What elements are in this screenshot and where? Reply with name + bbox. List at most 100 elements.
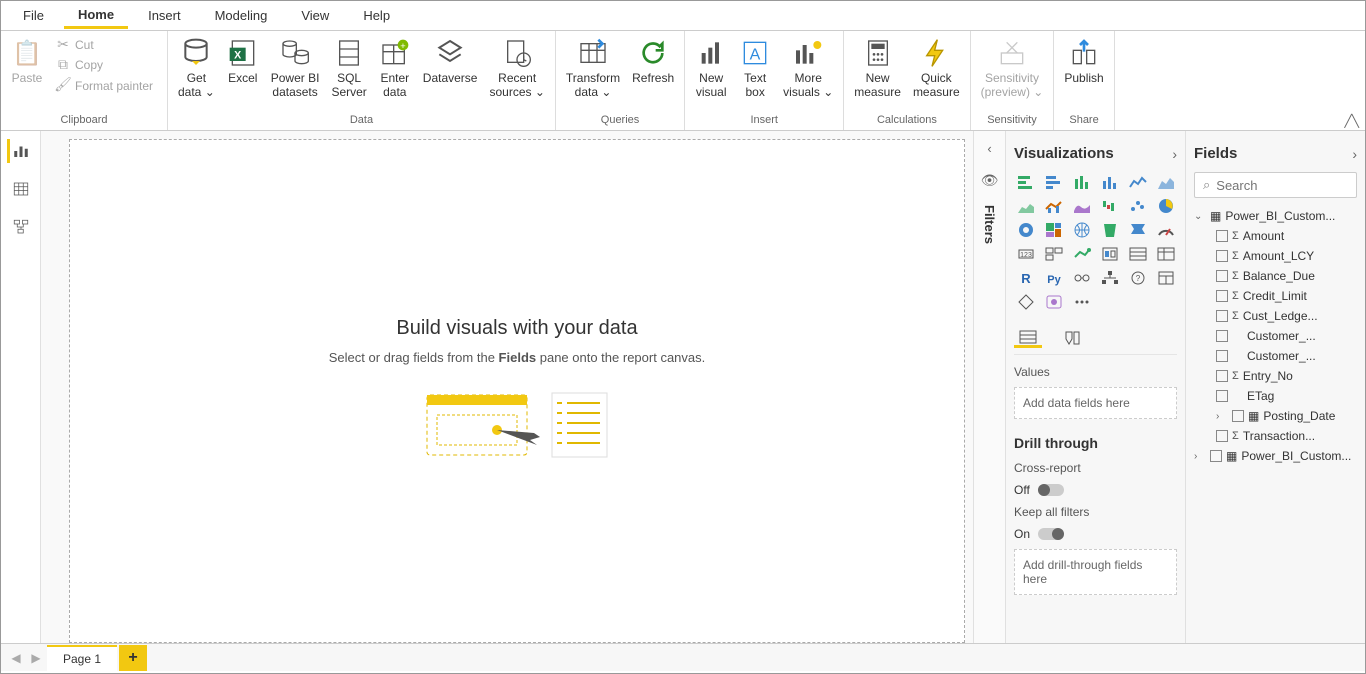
publish-button[interactable]: Publish xyxy=(1060,35,1107,87)
viz-stacked-area[interactable] xyxy=(1014,196,1038,216)
cross-report-toggle[interactable] xyxy=(1038,484,1064,496)
viz-slicer[interactable] xyxy=(1098,244,1122,264)
menu-home[interactable]: Home xyxy=(64,3,128,29)
menu-view[interactable]: View xyxy=(287,4,343,27)
transform-data-button[interactable]: Transform data ⌄ xyxy=(562,35,624,102)
recent-sources-button[interactable]: Recent sources ⌄ xyxy=(485,35,548,102)
page-next-button[interactable]: ▶ xyxy=(27,651,45,665)
dataverse-button[interactable]: Dataverse xyxy=(419,35,482,87)
viz-clustered-bar[interactable] xyxy=(1042,172,1066,192)
viz-treemap[interactable] xyxy=(1042,220,1066,240)
fields-search[interactable]: ⌕ xyxy=(1194,172,1357,198)
excel-button[interactable]: XExcel xyxy=(223,35,263,87)
viz-donut[interactable] xyxy=(1014,220,1038,240)
model-view-button[interactable] xyxy=(9,215,33,239)
sql-server-button[interactable]: SQL Server xyxy=(327,35,370,102)
viz-area[interactable] xyxy=(1154,172,1178,192)
field-0-8[interactable]: ETag xyxy=(1194,386,1357,406)
viz-decomposition[interactable] xyxy=(1098,268,1122,288)
data-view-button[interactable] xyxy=(9,177,33,201)
viz-pie[interactable] xyxy=(1154,196,1178,216)
viz-multi-card[interactable] xyxy=(1042,244,1066,264)
report-canvas[interactable]: Build visuals with your data Select or d… xyxy=(69,139,965,643)
page-prev-button[interactable]: ◀ xyxy=(7,651,25,665)
copy-button[interactable]: ⧉Copy xyxy=(51,55,161,73)
pbi-datasets-button[interactable]: Power BI datasets xyxy=(267,35,324,102)
viz-table[interactable] xyxy=(1126,244,1150,264)
field-0-10[interactable]: ΣTransaction... xyxy=(1194,426,1357,446)
viz-key-influencers[interactable] xyxy=(1070,268,1094,288)
viz-qa[interactable]: ? xyxy=(1126,268,1150,288)
menu-file[interactable]: File xyxy=(9,4,58,27)
viz-kpi[interactable] xyxy=(1070,244,1094,264)
viz-matrix[interactable] xyxy=(1154,244,1178,264)
chevron-right-icon[interactable]: › xyxy=(1352,146,1357,162)
filters-pane-collapsed[interactable]: ‹ 👁 Filters xyxy=(973,131,1005,643)
field-0-9[interactable]: ›▦Posting_Date xyxy=(1194,406,1357,426)
viz-paginated[interactable] xyxy=(1154,268,1178,288)
viz-power-apps[interactable] xyxy=(1042,292,1066,312)
cut-button[interactable]: ✂Cut xyxy=(51,35,161,53)
text-box-button[interactable]: AText box xyxy=(735,35,775,102)
field-0-6[interactable]: Customer_... xyxy=(1194,346,1357,366)
field-0-3[interactable]: ΣCredit_Limit xyxy=(1194,286,1357,306)
field-0-7[interactable]: ΣEntry_No xyxy=(1194,366,1357,386)
viz-line-column[interactable] xyxy=(1042,196,1066,216)
table-1[interactable]: ›▦Power_BI_Custom... xyxy=(1194,446,1357,466)
menu-modeling[interactable]: Modeling xyxy=(201,4,282,27)
keep-filters-toggle[interactable] xyxy=(1038,528,1064,540)
paste-button[interactable]: 📋 Paste xyxy=(7,35,47,87)
viz-stacked-column[interactable] xyxy=(1070,172,1094,192)
viz-waterfall[interactable] xyxy=(1098,196,1122,216)
table-0[interactable]: ⌄▦Power_BI_Custom... xyxy=(1194,206,1357,226)
values-dropzone[interactable]: Add data fields here xyxy=(1014,387,1177,419)
main-area: Build visuals with your data Select or d… xyxy=(1,131,1365,643)
field-0-4[interactable]: ΣCust_Ledge... xyxy=(1194,306,1357,326)
viz-r-visual[interactable]: R xyxy=(1014,268,1038,288)
search-input[interactable] xyxy=(1216,178,1365,193)
brush-icon: 🖌 xyxy=(55,77,71,93)
menu-help[interactable]: Help xyxy=(349,4,404,27)
report-view-button[interactable] xyxy=(7,139,31,163)
format-painter-button[interactable]: 🖌Format painter xyxy=(51,76,161,94)
fields-tab-icon[interactable] xyxy=(1014,328,1042,348)
viz-map[interactable] xyxy=(1070,220,1094,240)
quick-measure-button[interactable]: Quick measure xyxy=(909,35,964,102)
viz-funnel[interactable] xyxy=(1126,220,1150,240)
cut-icon: ✂ xyxy=(55,36,71,52)
viz-card[interactable]: 123 xyxy=(1014,244,1038,264)
cross-report-label: Cross-report xyxy=(1014,457,1177,479)
field-0-0[interactable]: ΣAmount xyxy=(1194,226,1357,246)
field-0-5[interactable]: Customer_... xyxy=(1194,326,1357,346)
viz-line[interactable] xyxy=(1126,172,1150,192)
viz-arcgis[interactable] xyxy=(1014,292,1038,312)
page-tab-1[interactable]: Page 1 xyxy=(47,645,117,671)
ribbon-sensitivity-label: Sensitivity xyxy=(977,112,1048,128)
menu-insert[interactable]: Insert xyxy=(134,4,195,27)
viz-ribbon[interactable] xyxy=(1070,196,1094,216)
drillthrough-dropzone[interactable]: Add drill-through fields here xyxy=(1014,549,1177,595)
new-measure-button[interactable]: New measure xyxy=(850,35,905,102)
chevron-right-icon[interactable]: › xyxy=(1172,146,1177,162)
viz-py-visual[interactable]: Py xyxy=(1042,268,1066,288)
viz-scatter[interactable] xyxy=(1126,196,1150,216)
get-data-button[interactable]: Get data ⌄ xyxy=(174,35,219,102)
new-visual-button[interactable]: New visual xyxy=(691,35,731,102)
viz-gauge[interactable] xyxy=(1154,220,1178,240)
field-0-1[interactable]: ΣAmount_LCY xyxy=(1194,246,1357,266)
viz-stacked-bar[interactable] xyxy=(1014,172,1038,192)
canvas-wrapper: Build visuals with your data Select or d… xyxy=(41,131,973,643)
svg-text:?: ? xyxy=(1136,274,1141,283)
more-visuals-button[interactable]: More visuals ⌄ xyxy=(779,35,837,102)
field-0-2[interactable]: ΣBalance_Due xyxy=(1194,266,1357,286)
format-tab-icon[interactable] xyxy=(1058,328,1086,348)
ribbon-group-sensitivity: Sensitivity (preview) ⌄ Sensitivity xyxy=(971,31,1055,130)
ribbon-collapse-button[interactable]: ╱╲ xyxy=(1345,114,1359,128)
viz-more[interactable] xyxy=(1070,292,1094,312)
enter-data-button[interactable]: +Enter data xyxy=(375,35,415,102)
sensitivity-button[interactable]: Sensitivity (preview) ⌄ xyxy=(977,35,1048,102)
viz-filled-map[interactable] xyxy=(1098,220,1122,240)
viz-clustered-column[interactable] xyxy=(1098,172,1122,192)
refresh-button[interactable]: Refresh xyxy=(628,35,678,87)
add-page-button[interactable]: + xyxy=(119,645,147,671)
